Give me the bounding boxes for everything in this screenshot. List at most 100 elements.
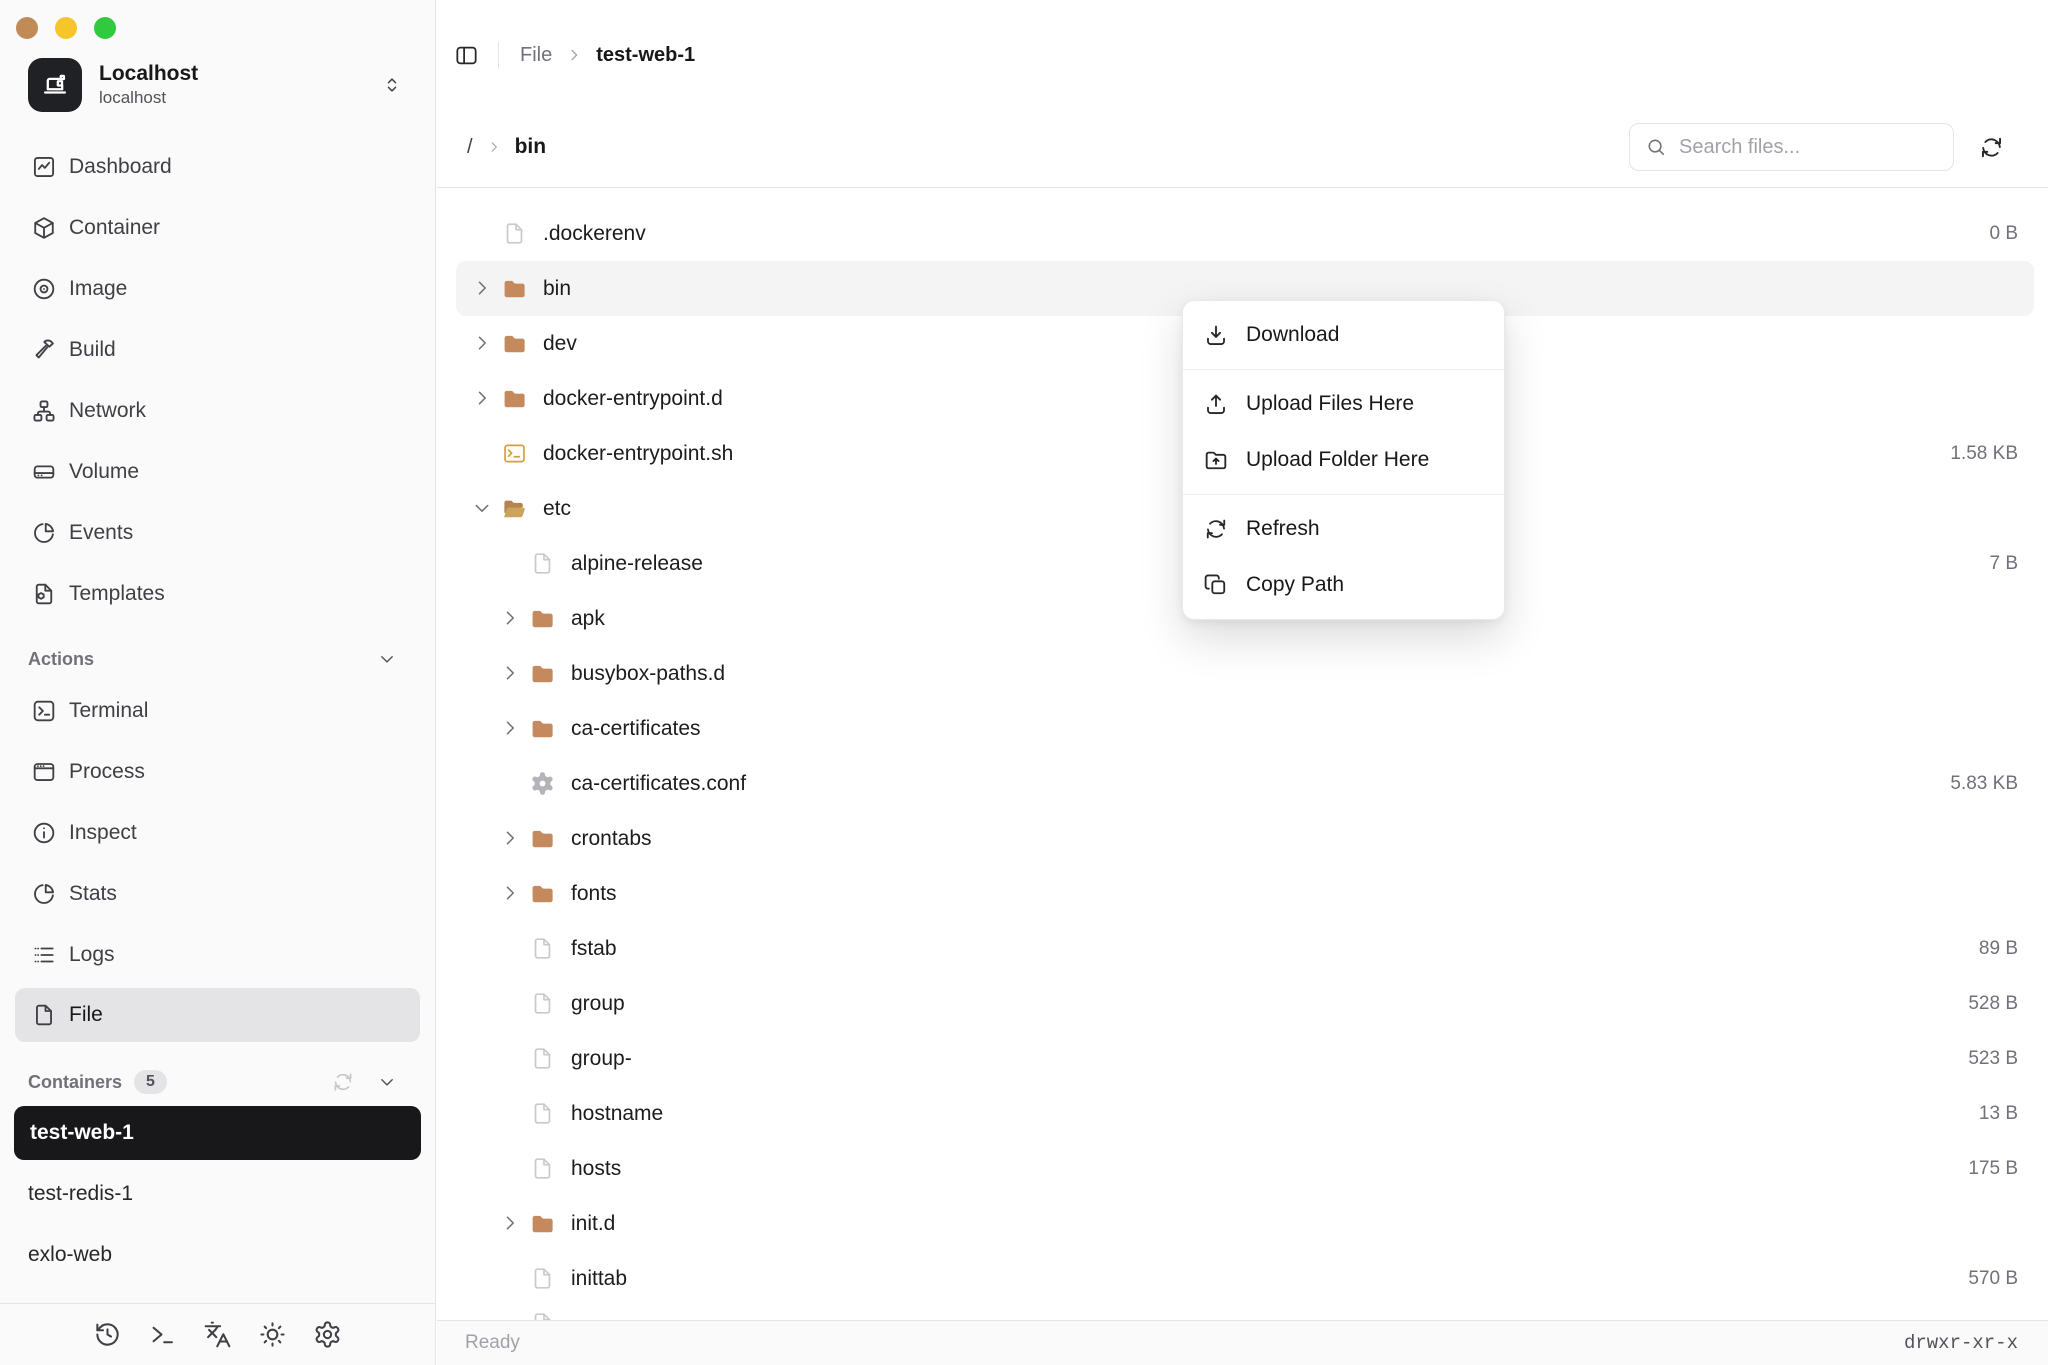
context-menu-group: Upload Files HereUpload Folder Here: [1183, 369, 1504, 494]
file-row[interactable]: hostname 13 B: [456, 1086, 2034, 1141]
container-item-test-web-1[interactable]: test-web-1: [14, 1106, 421, 1160]
laptop-icon: [39, 69, 71, 101]
menu-item-upload-files-here[interactable]: Upload Files Here: [1183, 376, 1504, 432]
folder-row[interactable]: fonts: [456, 866, 2034, 921]
chevron-right-icon[interactable]: [499, 827, 523, 851]
file-blank-icon: [529, 935, 556, 962]
sidebar-item-container[interactable]: Container: [0, 197, 435, 258]
file-name: hostname: [571, 1102, 663, 1126]
sidebar-item-image[interactable]: Image: [0, 258, 435, 319]
refresh-icon: [1203, 516, 1229, 542]
terminal-prompt-icon[interactable]: [148, 1320, 177, 1349]
topbar-divider: [498, 42, 499, 69]
folder-row[interactable]: ca-certificates: [456, 701, 2034, 756]
chevron-down-icon[interactable]: [377, 649, 397, 669]
file-name: crontabs: [571, 827, 652, 851]
menu-item-download[interactable]: Download: [1183, 307, 1504, 363]
search-icon: [1645, 136, 1667, 158]
containers-label: Containers: [28, 1072, 122, 1093]
sidebar-item-events[interactable]: Events: [0, 502, 435, 563]
file-row[interactable]: hosts175 B: [456, 1141, 2034, 1196]
file-size: 13 B: [1979, 1103, 2018, 1125]
sidebar-item-process[interactable]: Process: [0, 741, 435, 802]
chevron-right-icon[interactable]: [499, 662, 523, 686]
search-input[interactable]: [1679, 136, 1938, 159]
file-row[interactable]: ca-certificates.conf5.83 KB: [456, 756, 2034, 811]
file-row[interactable]: [456, 1306, 2034, 1320]
history-icon[interactable]: [93, 1320, 122, 1349]
sidebar-item-logs[interactable]: Logs: [0, 924, 435, 985]
file-row[interactable]: .dockerenv0 B: [456, 206, 2034, 261]
folder-row[interactable]: busybox-paths.d: [456, 646, 2034, 701]
sidebar-item-dashboard[interactable]: Dashboard: [0, 136, 435, 197]
breadcrumb-section[interactable]: File: [520, 44, 552, 67]
gear-icon[interactable]: [313, 1320, 342, 1349]
path-root[interactable]: /: [467, 136, 473, 159]
chevron-right-icon[interactable]: [499, 1212, 523, 1236]
containers-list: test-web-1 test-redis-1 exlo-web: [0, 1106, 435, 1285]
file-size: 570 B: [1968, 1268, 2018, 1290]
host-switcher[interactable]: Localhost localhost: [28, 58, 403, 112]
container-icon: [31, 215, 57, 241]
file-name: inittab: [571, 1267, 627, 1291]
chevron-spacer: [499, 1102, 523, 1126]
menu-item-upload-folder-here[interactable]: Upload Folder Here: [1183, 432, 1504, 488]
chevron-right-icon[interactable]: [471, 332, 495, 356]
chevron-right-icon[interactable]: [499, 717, 523, 741]
path-current[interactable]: bin: [515, 135, 547, 159]
menu-item-label: Copy Path: [1246, 573, 1344, 597]
menu-item-label: Refresh: [1246, 517, 1320, 541]
folder-row[interactable]: init.d: [456, 1196, 2034, 1251]
chevron-spacer: [499, 1267, 523, 1291]
container-name: exlo-web: [28, 1243, 112, 1267]
sidebar-item-terminal[interactable]: Terminal: [0, 680, 435, 741]
container-name: test-redis-1: [28, 1182, 133, 1206]
chevron-right-icon[interactable]: [499, 882, 523, 906]
file-blank-icon: [529, 1155, 556, 1182]
chevron-right-icon[interactable]: [471, 387, 495, 411]
sidebar-item-network[interactable]: Network: [0, 380, 435, 441]
container-item-exlo-web[interactable]: exlo-web: [0, 1224, 435, 1285]
templates-icon: [31, 581, 57, 607]
container-item-test-redis-1[interactable]: test-redis-1: [0, 1163, 435, 1224]
file-row[interactable]: group-523 B: [456, 1031, 2034, 1086]
sun-icon[interactable]: [258, 1320, 287, 1349]
sidebar-item-templates[interactable]: Templates: [0, 563, 435, 624]
terminal-icon: [31, 698, 57, 724]
folder-icon: [529, 605, 556, 632]
folder-icon: [529, 1210, 556, 1237]
chevron-right-icon[interactable]: [471, 277, 495, 301]
gear-file-icon: [529, 770, 556, 797]
sidebar-item-file[interactable]: File: [15, 988, 420, 1042]
traffic-light-close[interactable]: [16, 17, 38, 39]
chevrons-up-down-icon[interactable]: [381, 74, 403, 96]
file-row[interactable]: group528 B: [456, 976, 2034, 1031]
folder-row[interactable]: crontabs: [456, 811, 2034, 866]
chevron-down-icon[interactable]: [377, 1072, 397, 1092]
sidebar-toggle-icon[interactable]: [454, 43, 479, 68]
chevron-down-icon[interactable]: [471, 497, 495, 521]
sidebar-item-stats[interactable]: Stats: [0, 863, 435, 924]
actions-label: Actions: [28, 649, 94, 670]
sidebar-item-volume[interactable]: Volume: [0, 441, 435, 502]
menu-item-refresh[interactable]: Refresh: [1183, 501, 1504, 557]
file-size: 0 B: [1989, 223, 2018, 245]
menu-item-copy-path[interactable]: Copy Path: [1183, 557, 1504, 613]
chevron-right-icon[interactable]: [499, 607, 523, 631]
translate-icon[interactable]: [203, 1320, 232, 1349]
containers-section-header: Containers 5: [0, 1061, 435, 1103]
process-icon: [31, 759, 57, 785]
refresh-containers-icon[interactable]: [331, 1070, 355, 1094]
sidebar-item-inspect[interactable]: Inspect: [0, 802, 435, 863]
traffic-light-minimize[interactable]: [55, 17, 77, 39]
sidebar-item-label: Stats: [69, 882, 117, 906]
permissions-text: drwxr-xr-x: [1904, 1332, 2018, 1354]
file-row[interactable]: fstab89 B: [456, 921, 2034, 976]
refresh-files-icon[interactable]: [1978, 134, 2005, 161]
traffic-light-zoom[interactable]: [94, 17, 116, 39]
file-row[interactable]: inittab 570 B: [456, 1251, 2034, 1306]
folder-icon: [529, 880, 556, 907]
sidebar-item-build[interactable]: Build: [0, 319, 435, 380]
actions-section-header: Actions: [0, 638, 435, 680]
search-box[interactable]: [1629, 123, 1954, 171]
